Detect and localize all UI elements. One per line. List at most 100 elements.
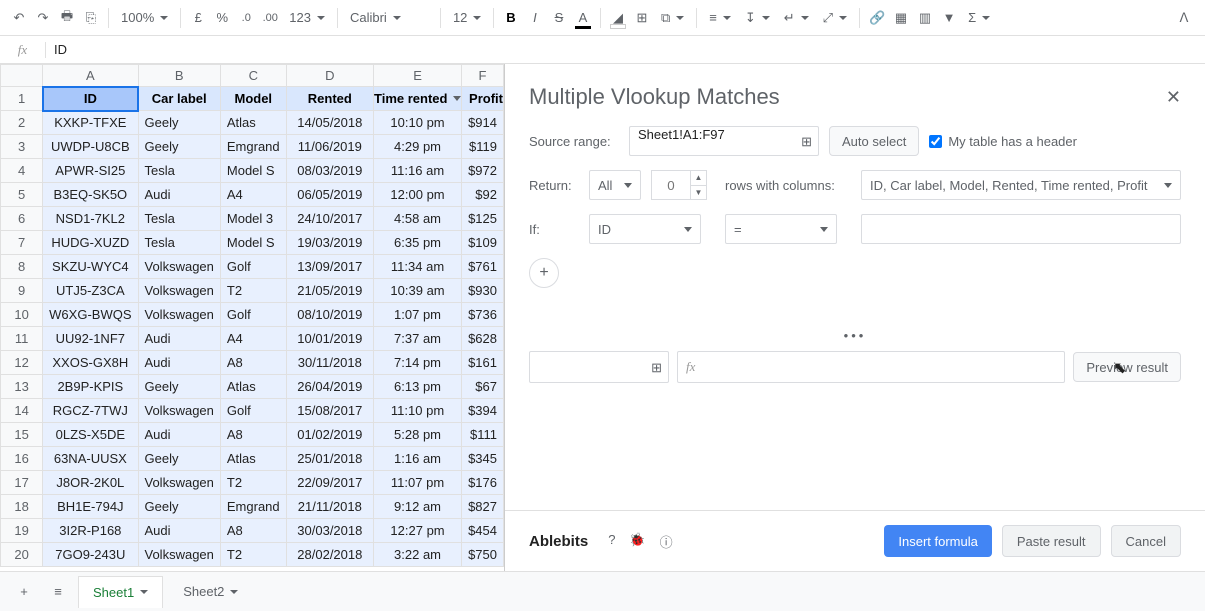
cell[interactable]: Volkswagen [138, 543, 220, 567]
cell[interactable]: 10/01/2019 [286, 327, 373, 351]
row-header[interactable]: 17 [1, 471, 43, 495]
cell[interactable]: $914 [462, 111, 504, 135]
cell[interactable]: Model S [220, 231, 286, 255]
cell[interactable]: Tesla [138, 231, 220, 255]
table-header-cell[interactable]: Profit [462, 87, 504, 111]
cell[interactable]: $394 [462, 399, 504, 423]
col-header[interactable]: A [43, 65, 138, 87]
cell[interactable]: UWDP-U8CB [43, 135, 138, 159]
cell[interactable]: 11/06/2019 [286, 135, 373, 159]
row-header[interactable]: 1 [1, 87, 43, 111]
table-row[interactable]: 150LZS-X5DEAudiA801/02/20195:28 pm$111 [1, 423, 504, 447]
tab-sheet2[interactable]: Sheet2 [169, 576, 252, 608]
return-count-input[interactable] [651, 170, 691, 200]
cell[interactable]: Model S [220, 159, 286, 183]
row-header[interactable]: 15 [1, 423, 43, 447]
table-header-cell[interactable]: Rented [286, 87, 373, 111]
cell[interactable]: $628 [462, 327, 504, 351]
row-header[interactable]: 7 [1, 231, 43, 255]
cell[interactable]: 7GO9-243U [43, 543, 138, 567]
merge-cells-icon[interactable]: ⧉ [655, 6, 690, 30]
cell[interactable]: 5:28 pm [374, 423, 462, 447]
cell[interactable]: Golf [220, 399, 286, 423]
text-rotation-icon[interactable]: ⤢ [817, 6, 853, 30]
help-icon[interactable]: ? [608, 532, 615, 551]
cell[interactable]: Geely [138, 447, 220, 471]
cell[interactable]: Volkswagen [138, 279, 220, 303]
cell[interactable]: 13/09/2017 [286, 255, 373, 279]
cell[interactable]: Tesla [138, 207, 220, 231]
cell[interactable]: 11:34 am [374, 255, 462, 279]
row-header[interactable]: 6 [1, 207, 43, 231]
filter-icon[interactable]: ▼ [938, 7, 960, 29]
table-row[interactable]: 11UU92-1NF7AudiA410/01/20197:37 am$628 [1, 327, 504, 351]
row-header[interactable]: 4 [1, 159, 43, 183]
cell[interactable]: 08/03/2019 [286, 159, 373, 183]
cell[interactable]: XXOS-GX8H [43, 351, 138, 375]
cell[interactable]: 3:22 am [374, 543, 462, 567]
spreadsheet-grid[interactable]: ABCDEF1IDCar labelModelRentedTime rented… [0, 64, 505, 571]
cell[interactable]: $930 [462, 279, 504, 303]
columns-select[interactable]: ID, Car label, Model, Rented, Time rente… [861, 170, 1181, 200]
functions-icon[interactable]: Σ [962, 6, 996, 30]
currency-icon[interactable]: £ [187, 7, 209, 29]
cell[interactable]: Atlas [220, 375, 286, 399]
row-header[interactable]: 9 [1, 279, 43, 303]
cell[interactable]: Volkswagen [138, 399, 220, 423]
table-header-cell[interactable]: ID [43, 87, 138, 111]
cell[interactable]: 6:13 pm [374, 375, 462, 399]
has-header-checkbox[interactable]: My table has a header [929, 134, 1077, 149]
borders-icon[interactable]: ⊞ [631, 7, 653, 29]
cell[interactable]: Tesla [138, 159, 220, 183]
cell[interactable]: 6:35 pm [374, 231, 462, 255]
bold-icon[interactable]: B [500, 7, 522, 29]
cell[interactable]: 21/11/2018 [286, 495, 373, 519]
cell[interactable]: T2 [220, 279, 286, 303]
cell[interactable]: A8 [220, 351, 286, 375]
cell[interactable]: Golf [220, 303, 286, 327]
grid-picker-icon[interactable]: ⊞ [651, 360, 662, 376]
row-header[interactable]: 12 [1, 351, 43, 375]
cell[interactable]: $161 [462, 351, 504, 375]
cell[interactable]: Audi [138, 351, 220, 375]
cell[interactable]: Volkswagen [138, 471, 220, 495]
cell[interactable]: $119 [462, 135, 504, 159]
collapse-toolbar-icon[interactable]: ᐱ [1173, 7, 1195, 29]
table-row[interactable]: 18BH1E-794JGeelyEmgrand21/11/20189:12 am… [1, 495, 504, 519]
count-spinner[interactable]: ▲▼ [691, 170, 707, 200]
if-operator-select[interactable]: = [725, 214, 837, 244]
italic-icon[interactable]: I [524, 7, 546, 29]
row-header[interactable]: 10 [1, 303, 43, 327]
cell[interactable]: $125 [462, 207, 504, 231]
row-header[interactable]: 18 [1, 495, 43, 519]
table-row[interactable]: 7HUDG-XUZDTeslaModel S19/03/20196:35 pm$… [1, 231, 504, 255]
cell[interactable]: Atlas [220, 447, 286, 471]
col-header[interactable]: C [220, 65, 286, 87]
if-field-select[interactable]: ID [589, 214, 701, 244]
table-header-cell[interactable]: Time rented [374, 87, 462, 111]
cell[interactable]: 24/10/2017 [286, 207, 373, 231]
cell[interactable]: 2B9P-KPIS [43, 375, 138, 399]
row-header[interactable]: 8 [1, 255, 43, 279]
cell[interactable]: 4:29 pm [374, 135, 462, 159]
cell[interactable]: 12:27 pm [374, 519, 462, 543]
table-row[interactable]: 193I2R-P168AudiA830/03/201812:27 pm$454 [1, 519, 504, 543]
tab-sheet1[interactable]: Sheet1 [78, 576, 163, 608]
cell[interactable]: Audi [138, 519, 220, 543]
table-row[interactable]: 9UTJ5-Z3CAVolkswagenT221/05/201910:39 am… [1, 279, 504, 303]
h-align-icon[interactable]: ≡ [703, 6, 737, 30]
cell[interactable]: $972 [462, 159, 504, 183]
paste-result-button[interactable]: Paste result [1002, 525, 1101, 557]
table-row[interactable]: 6NSD1-7KL2TeslaModel 324/10/20174:58 am$… [1, 207, 504, 231]
cell[interactable]: 28/02/2018 [286, 543, 373, 567]
cell[interactable]: 21/05/2019 [286, 279, 373, 303]
bug-icon[interactable]: 🐞 [629, 532, 645, 551]
row-header[interactable]: 20 [1, 543, 43, 567]
preview-result-button[interactable]: Preview result [1073, 352, 1181, 382]
cell[interactable]: Geely [138, 375, 220, 399]
cell[interactable]: $67 [462, 375, 504, 399]
table-row[interactable]: 14RGCZ-7TWJVolkswagenGolf15/08/201711:10… [1, 399, 504, 423]
cell[interactable]: 30/11/2018 [286, 351, 373, 375]
undo-icon[interactable]: ↶ [8, 7, 30, 29]
cell[interactable]: 3I2R-P168 [43, 519, 138, 543]
